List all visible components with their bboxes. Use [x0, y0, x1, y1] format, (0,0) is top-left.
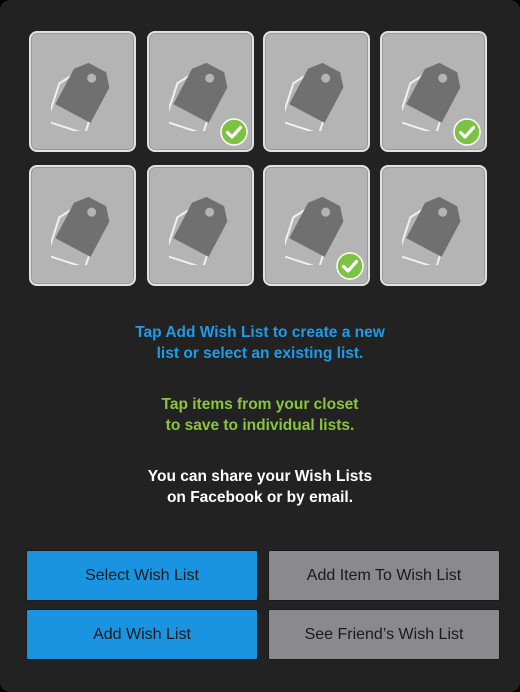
wish-list-tile[interactable] — [147, 31, 254, 152]
select-wish-list-button[interactable]: Select Wish List — [26, 550, 258, 601]
tag-icon — [285, 62, 344, 131]
tag-icon — [51, 62, 110, 131]
see-friends-wish-list-button[interactable]: See Friend’s Wish List — [268, 609, 500, 660]
wish-list-tile[interactable] — [380, 31, 487, 152]
wish-list-tile[interactable] — [380, 165, 487, 286]
wish-list-tile[interactable] — [29, 165, 136, 286]
wish-list-tile[interactable] — [147, 165, 254, 286]
instructions: Tap Add Wish List to create a new list o… — [0, 322, 520, 508]
add-wish-list-button[interactable]: Add Wish List — [26, 609, 258, 660]
add-item-to-wish-list-button[interactable]: Add Item To Wish List — [268, 550, 500, 601]
checkmark-icon — [453, 118, 481, 146]
tag-icon — [402, 196, 461, 265]
tag-icon — [169, 196, 228, 265]
wish-list-panel: Tap Add Wish List to create a new list o… — [0, 0, 520, 692]
wish-list-tile[interactable] — [263, 31, 370, 152]
wish-list-tile[interactable] — [29, 31, 136, 152]
share-instruction: You can share your Wish Lists on Faceboo… — [147, 468, 373, 506]
checkmark-icon — [336, 252, 364, 280]
checkmark-icon — [220, 118, 248, 146]
save-items-instruction: Tap items from your closet to save to in… — [161, 396, 359, 434]
wish-list-tile[interactable] — [263, 165, 370, 286]
tag-icon — [51, 196, 110, 265]
wish-list-grid — [29, 31, 491, 288]
add-list-instruction: Tap Add Wish List to create a new list o… — [135, 324, 385, 362]
